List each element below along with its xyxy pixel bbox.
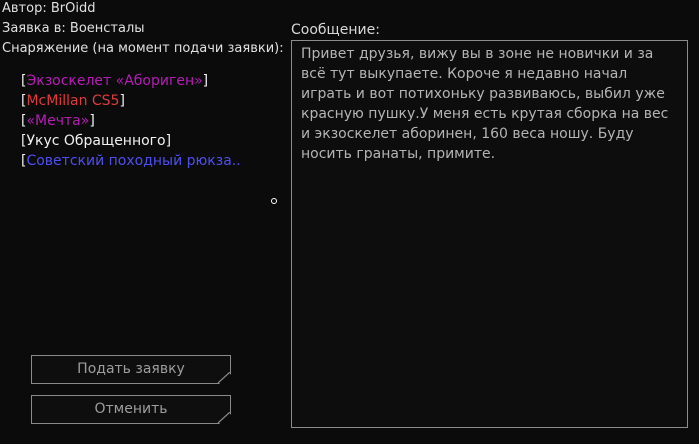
equipment-item[interactable]: [McMillan CS5] bbox=[21, 91, 241, 111]
submit-application-button[interactable]: Подать заявку bbox=[31, 355, 231, 384]
button-corner-decoration bbox=[217, 372, 230, 383]
equipment-title: Снаряжение (на момент подачи заявки): bbox=[2, 41, 284, 56]
message-text: Привет друзья, вижу вы в зоне не новички… bbox=[301, 46, 669, 162]
submit-button-label: Подать заявку bbox=[77, 361, 185, 377]
equipment-item[interactable]: [«Мечта»] bbox=[21, 111, 241, 131]
equipment-item[interactable]: [Укус Обращенного] bbox=[21, 131, 241, 151]
equipment-item-name: Укус Обращенного bbox=[26, 133, 166, 149]
message-box[interactable]: Привет друзья, вижу вы в зоне не новички… bbox=[291, 40, 688, 428]
application-target-label: Заявка в: Военсталы bbox=[2, 21, 145, 36]
equipment-item[interactable]: [Экзоскелет «Абориген»] bbox=[21, 71, 241, 91]
equipment-item-name: McMillan CS5 bbox=[26, 93, 120, 109]
button-corner-decoration bbox=[217, 412, 230, 423]
mouse-cursor-icon bbox=[271, 198, 277, 204]
equipment-list: [Экзоскелет «Абориген»] [McMillan CS5] [… bbox=[21, 71, 241, 171]
equipment-item-name: «Мечта» bbox=[26, 113, 90, 129]
equipment-item-name: Советский походный рюкза.. bbox=[26, 153, 241, 169]
cancel-button-label: Отменить bbox=[94, 401, 168, 417]
equipment-item-name: Экзоскелет «Абориген» bbox=[26, 73, 203, 89]
cancel-button[interactable]: Отменить bbox=[31, 395, 231, 424]
equipment-item[interactable]: [Советский походный рюкза.. bbox=[21, 151, 241, 171]
author-label: Автор: BrOidd bbox=[2, 1, 96, 16]
message-title: Сообщение: bbox=[291, 22, 380, 38]
